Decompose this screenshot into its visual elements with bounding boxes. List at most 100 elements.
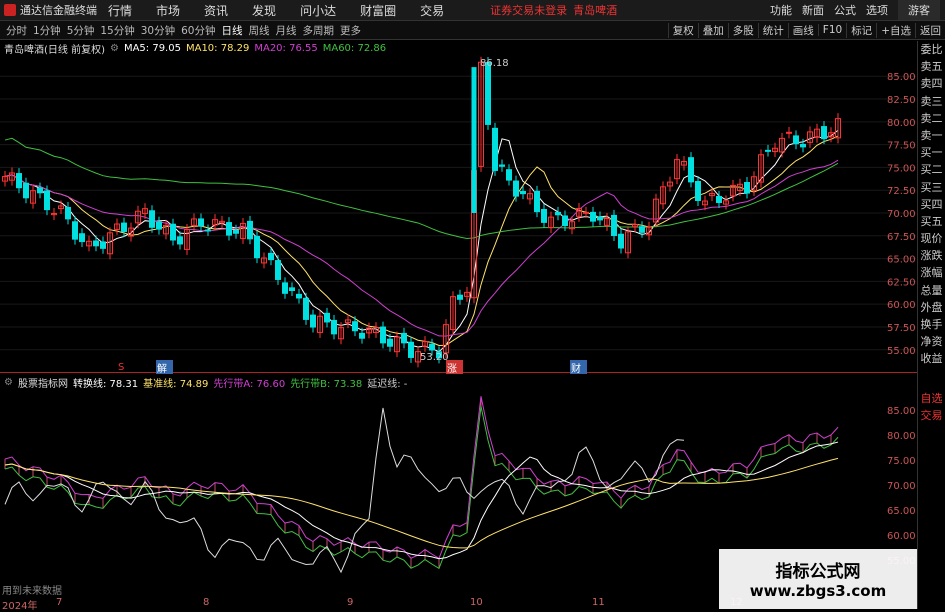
candle-body xyxy=(639,226,645,233)
candlesticks xyxy=(2,56,841,368)
candle-body xyxy=(611,214,617,237)
quote-field-label: 卖二 xyxy=(920,111,943,125)
event-mark-s[interactable]: S xyxy=(118,360,129,374)
sub-tick-label: 75.00 xyxy=(887,456,916,467)
sub-indicator-title: 股票指标网 xyxy=(17,378,68,390)
settings-icon[interactable]: ⚙ xyxy=(4,377,13,388)
menu-quotes[interactable]: 行情 xyxy=(108,2,132,19)
back-button[interactable]: 返回 xyxy=(915,22,945,38)
candle-body xyxy=(37,187,43,194)
add-watchlist-button[interactable]: +自选 xyxy=(876,22,915,38)
event-mark-unlock[interactable]: 解 xyxy=(156,360,173,375)
high-price-label: 86.18 xyxy=(480,57,509,69)
period-multi[interactable]: 多周期 xyxy=(303,23,335,38)
price-tick-label: 70.00 xyxy=(887,209,916,220)
price-tick-label: 55.00 xyxy=(887,346,916,357)
period-1min[interactable]: 1分钟 xyxy=(33,23,61,38)
candle-body xyxy=(765,149,771,152)
menu-options[interactable]: 选项 xyxy=(866,2,888,18)
period-15min[interactable]: 15分钟 xyxy=(100,23,134,38)
turn-line-value: 转换线: 78.31 xyxy=(72,378,139,390)
date-label: 8 xyxy=(203,597,210,608)
trade-tab[interactable]: 交易 xyxy=(918,407,945,424)
period-more[interactable]: 更多 xyxy=(340,23,361,38)
quote-field-label: 买一 xyxy=(920,146,943,160)
quote-field-label: 换手 xyxy=(920,318,943,331)
mark-button[interactable]: 标记 xyxy=(846,22,876,38)
settings-icon[interactable]: ⚙ xyxy=(110,43,119,54)
candle-body xyxy=(205,229,211,232)
quote-field-label: 卖五 xyxy=(920,60,943,74)
menu-formula[interactable]: 公式 xyxy=(834,2,856,18)
date-label: 11 xyxy=(592,597,605,608)
candle-body xyxy=(93,240,99,247)
multi-stock-button[interactable]: 多股 xyxy=(727,22,758,38)
candle-body xyxy=(233,229,239,234)
f10-button[interactable]: F10 xyxy=(817,24,846,36)
candle-body xyxy=(170,223,176,241)
period-monthly[interactable]: 月线 xyxy=(276,23,297,38)
candle-body xyxy=(786,131,792,134)
menu-market[interactable]: 市场 xyxy=(156,2,180,19)
period-60min[interactable]: 60分钟 xyxy=(181,23,215,38)
event-mark-rise[interactable]: 涨 xyxy=(446,360,463,375)
period-daily[interactable]: 日线 xyxy=(222,23,243,38)
quote-field-label: 委比 xyxy=(920,43,943,56)
lead-a-line xyxy=(4,396,839,560)
restore-button[interactable]: 复权 xyxy=(667,22,698,38)
menu-wealth[interactable]: 财富圈 xyxy=(360,2,396,19)
candle-body xyxy=(282,282,288,294)
quote-field-label: 涨跌 xyxy=(920,249,943,263)
candle-body xyxy=(275,260,281,280)
period-weekly[interactable]: 周线 xyxy=(249,23,270,38)
guest-button[interactable]: 游客 xyxy=(898,0,940,20)
menu-news[interactable]: 资讯 xyxy=(204,2,228,19)
candle-body xyxy=(296,293,302,299)
ichimoku-lines xyxy=(4,396,839,574)
candle-body xyxy=(499,164,505,167)
candle-body xyxy=(618,233,624,249)
chart-canvas[interactable]: 85.00 82.50 80.00 77.50 75.00 72.50 70.00 67.50… xyxy=(0,0,945,609)
stock-title: 青岛啤酒(日线 前复权) xyxy=(4,44,105,56)
period-30min[interactable]: 30分钟 xyxy=(141,23,175,38)
period-toolbar: 分时 1分钟 5分钟 15分钟 30分钟 60分钟 日线 周线 月线 多周期 更… xyxy=(0,21,945,40)
candle-body xyxy=(359,332,365,339)
candle-body xyxy=(268,252,274,261)
base-line-value: 基准线: 74.89 xyxy=(143,378,209,390)
period-timeshare[interactable]: 分时 xyxy=(6,23,27,38)
lead-a-value: 先行带A: 76.60 xyxy=(213,378,286,390)
watermark-logo: 指标公式网 www.zbgs3.com xyxy=(719,549,917,609)
watchlist-tab[interactable]: 自选 xyxy=(918,390,945,407)
menu-discover[interactable]: 发现 xyxy=(252,2,276,19)
menu-ask[interactable]: 问小达 xyxy=(300,2,336,19)
stats-button[interactable]: 统计 xyxy=(757,22,788,38)
date-label: 2024年 xyxy=(2,601,38,612)
ma20-value: MA20: 76.55 xyxy=(254,42,318,54)
candle-body xyxy=(198,218,204,227)
main-grid xyxy=(0,75,916,351)
sub-tick-label: 70.00 xyxy=(887,481,916,492)
price-tick-label: 85.00 xyxy=(887,72,916,83)
overlay-button[interactable]: 叠加 xyxy=(697,22,728,38)
date-label: 10 xyxy=(470,597,483,608)
candle-body xyxy=(471,67,477,213)
menu-new-page[interactable]: 新面 xyxy=(802,2,824,18)
candle-body xyxy=(520,190,526,195)
candle-body xyxy=(800,143,806,148)
menu-trade[interactable]: 交易 xyxy=(420,2,444,19)
candle-body xyxy=(156,221,162,230)
price-tick-label: 67.50 xyxy=(887,232,916,243)
menu-function[interactable]: 功能 xyxy=(770,2,792,18)
ma60-value: MA60: 72.86 xyxy=(322,42,387,54)
candle-body xyxy=(79,233,85,243)
menu-bar: 通达信金融终端 行情 市场 资讯 发现 问小达 财富圈 交易 证券交易未登录 青… xyxy=(0,0,945,21)
quote-field-label: 卖四 xyxy=(920,77,943,91)
event-mark-finance[interactable]: 财 xyxy=(570,360,587,375)
candle-body xyxy=(793,135,799,145)
draw-button[interactable]: 画线 xyxy=(787,22,818,38)
period-5min[interactable]: 5分钟 xyxy=(67,23,95,38)
quote-field-label: 买四 xyxy=(920,197,943,211)
candle-body xyxy=(555,211,561,216)
candle-body xyxy=(226,222,232,236)
candle-body xyxy=(254,235,260,259)
